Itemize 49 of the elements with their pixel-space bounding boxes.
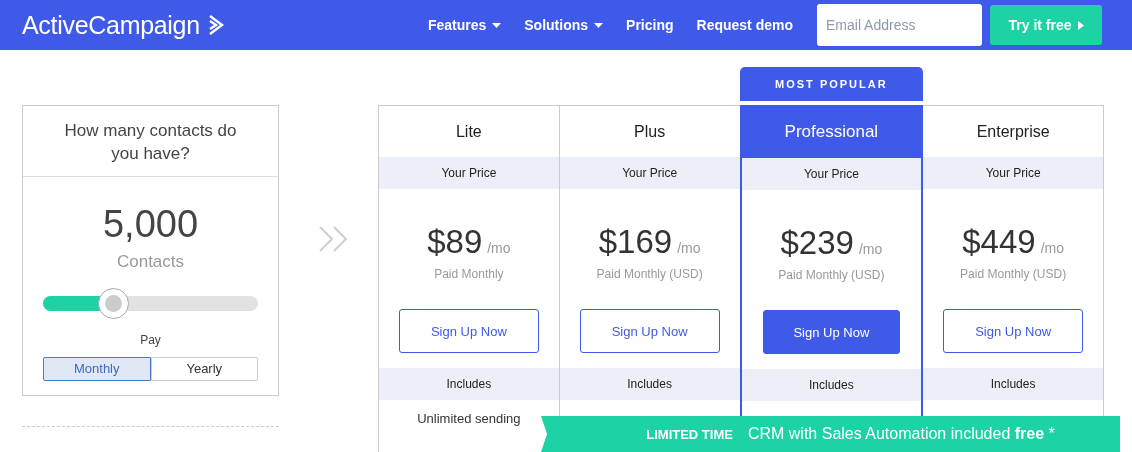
price-label: Your Price bbox=[379, 157, 559, 189]
nav-link[interactable]: Request demo bbox=[696, 17, 793, 33]
nav-link[interactable]: Pricing bbox=[626, 17, 674, 33]
includes-label: Includes bbox=[379, 368, 559, 400]
price: $239 bbox=[780, 224, 854, 262]
plan-name: Enterprise bbox=[975, 121, 1051, 142]
price: $169 bbox=[598, 223, 673, 261]
sign-up-button[interactable]: Sign Up Now bbox=[943, 309, 1084, 353]
play-icon bbox=[1077, 20, 1084, 30]
plan-name: Plus bbox=[633, 121, 667, 142]
price-period: /mo bbox=[1040, 240, 1064, 256]
price-label: Your Price bbox=[741, 158, 922, 190]
includes-label: Includes bbox=[559, 368, 740, 400]
price-label: Your Price bbox=[923, 157, 1103, 189]
slider-handle[interactable] bbox=[97, 287, 129, 319]
contacts-slider[interactable] bbox=[43, 287, 258, 319]
includes-label: Includes bbox=[923, 368, 1103, 400]
billing-note: Paid Monthly (USD) bbox=[777, 268, 886, 282]
billing-toggle[interactable]: Yearly bbox=[150, 356, 258, 381]
double-chevron-icon bbox=[318, 225, 350, 253]
sign-up-button[interactable]: Sign Up Now bbox=[762, 310, 900, 354]
logo[interactable]: ActiveCampaign bbox=[22, 10, 200, 40]
billing-note: Paid Monthly (USD) bbox=[959, 267, 1068, 281]
nav-link[interactable]: Solutions bbox=[524, 17, 604, 33]
plan-name: Lite bbox=[454, 121, 483, 142]
plan-name: Professional bbox=[741, 105, 922, 158]
billing-toggle[interactable]: Monthly bbox=[43, 356, 151, 381]
price-period: /mo bbox=[487, 240, 511, 256]
price: $449 bbox=[962, 223, 1036, 261]
chevron-icon bbox=[207, 14, 224, 36]
promo-text: CRM with Sales Automation included free* bbox=[747, 425, 1055, 443]
billing-note: Paid Monthly (USD) bbox=[595, 267, 704, 281]
price-period: /mo bbox=[677, 240, 701, 256]
pay-label: Pay bbox=[139, 332, 162, 347]
sign-up-button[interactable]: Sign Up Now bbox=[579, 309, 720, 353]
nav-link[interactable]: Features bbox=[427, 17, 502, 33]
feature-item: Unlimited sending bbox=[416, 411, 522, 426]
billing-note: Paid Monthly bbox=[433, 267, 505, 281]
contacts-label: Contacts bbox=[115, 251, 186, 272]
sign-up-button[interactable]: Sign Up Now bbox=[398, 309, 539, 353]
promo-label: LIMITED TIME bbox=[646, 426, 733, 442]
price: $89 bbox=[427, 223, 483, 261]
includes-label: Includes bbox=[741, 369, 922, 401]
price-label: Your Price bbox=[559, 157, 740, 189]
price-period: /mo bbox=[858, 241, 883, 257]
contact-count: 5,000 bbox=[101, 202, 200, 246]
email-field[interactable]: Email Address bbox=[817, 4, 982, 46]
most-popular-badge: MOST POPULAR bbox=[739, 67, 924, 101]
card-title: How many contacts do you have? bbox=[23, 106, 278, 177]
